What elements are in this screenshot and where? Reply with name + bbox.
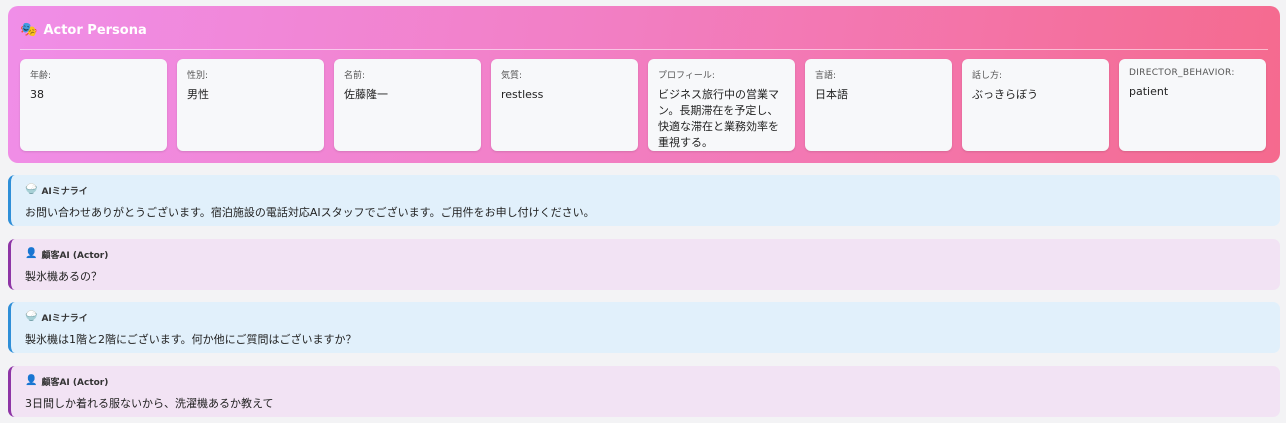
robot-icon: 🍚 xyxy=(25,311,38,322)
field-label: 気質: xyxy=(501,71,523,81)
field-label: 話し方: xyxy=(972,71,1003,81)
field-label: プロフィール: xyxy=(658,71,715,81)
speaker-name: 顧客AI (Actor) xyxy=(41,250,109,261)
persona-field-gender: 性別: 男性 xyxy=(177,59,324,151)
field-label: 言語: xyxy=(815,71,837,81)
field-label: 性別: xyxy=(187,71,209,81)
message-text: お問い合わせありがとうございます。宿泊施設の電話対応AIスタッフでございます。ご… xyxy=(25,206,595,219)
field-value: 日本語 xyxy=(815,88,848,101)
chat-message-ai: 🍚 AIミナライ お問い合わせありがとうございます。宿泊施設の電話対応AIスタッ… xyxy=(8,175,1280,226)
persona-field-director-behavior: DIRECTOR_BEHAVIOR: patient xyxy=(1119,59,1266,151)
persona-header: 🎭 Actor Persona xyxy=(20,20,147,40)
field-label: DIRECTOR_BEHAVIOR: xyxy=(1129,68,1235,78)
field-label: 年齢: xyxy=(30,71,52,81)
speaker-name: AIミナライ xyxy=(41,313,88,324)
person-icon: 👤 xyxy=(25,375,38,386)
field-label: 名前: xyxy=(344,71,366,81)
persona-fields: 年齢: 38 性別: 男性 名前: 佐藤隆一 気質: restless プロフィ… xyxy=(20,59,1266,151)
persona-field-speaking-style: 話し方: ぶっきらぼう xyxy=(962,59,1109,151)
speaker-name: 顧客AI (Actor) xyxy=(41,377,109,388)
robot-icon: 🍚 xyxy=(25,184,38,195)
message-text: 3日間しか着れる服ないから、洗濯機あるか教えて xyxy=(25,397,274,410)
actor-persona-panel: 🎭 Actor Persona 年齢: 38 性別: 男性 名前: 佐藤隆一 気… xyxy=(8,6,1280,163)
persona-field-temperament: 気質: restless xyxy=(491,59,638,151)
message-speaker: 👤 顧客AI (Actor) xyxy=(25,375,1266,388)
persona-field-language: 言語: 日本語 xyxy=(805,59,952,151)
field-value: restless xyxy=(501,88,544,101)
message-speaker: 👤 顧客AI (Actor) xyxy=(25,248,1266,261)
field-value: 佐藤隆一 xyxy=(344,88,388,101)
message-speaker: 🍚 AIミナライ xyxy=(25,184,1266,197)
chat-message-actor: 👤 顧客AI (Actor) 製氷機あるの？ xyxy=(8,239,1280,290)
message-speaker: 🍚 AIミナライ xyxy=(25,311,1266,324)
persona-divider xyxy=(20,49,1268,50)
field-value: 38 xyxy=(30,88,44,101)
field-value: patient xyxy=(1129,85,1169,98)
message-text: 製氷機あるの？ xyxy=(25,270,102,283)
speaker-name: AIミナライ xyxy=(41,186,88,197)
persona-title: Actor Persona xyxy=(43,22,147,38)
field-value: ぶっきらぼう xyxy=(972,88,1038,101)
chat-message-ai: 🍚 AIミナライ 製氷機は1階と2階にございます。何か他にご質問はございますか？ xyxy=(8,302,1280,353)
persona-field-profile: プロフィール: ビジネス旅行中の営業マン。長期滞在を予定し、快適な滞在と業務効率… xyxy=(648,59,795,151)
chat-message-actor: 👤 顧客AI (Actor) 3日間しか着れる服ないから、洗濯機あるか教えて xyxy=(8,366,1280,417)
theater-masks-icon: 🎭 xyxy=(20,22,38,38)
persona-field-name: 名前: 佐藤隆一 xyxy=(334,59,481,151)
persona-field-age: 年齢: 38 xyxy=(20,59,167,151)
message-text: 製氷機は1階と2階にございます。何か他にご質問はございますか？ xyxy=(25,333,357,346)
field-value: 男性 xyxy=(187,88,209,101)
person-icon: 👤 xyxy=(25,248,38,259)
field-value: ビジネス旅行中の営業マン。長期滞在を予定し、快適な滞在と業務効率を重視する。 xyxy=(658,88,779,149)
